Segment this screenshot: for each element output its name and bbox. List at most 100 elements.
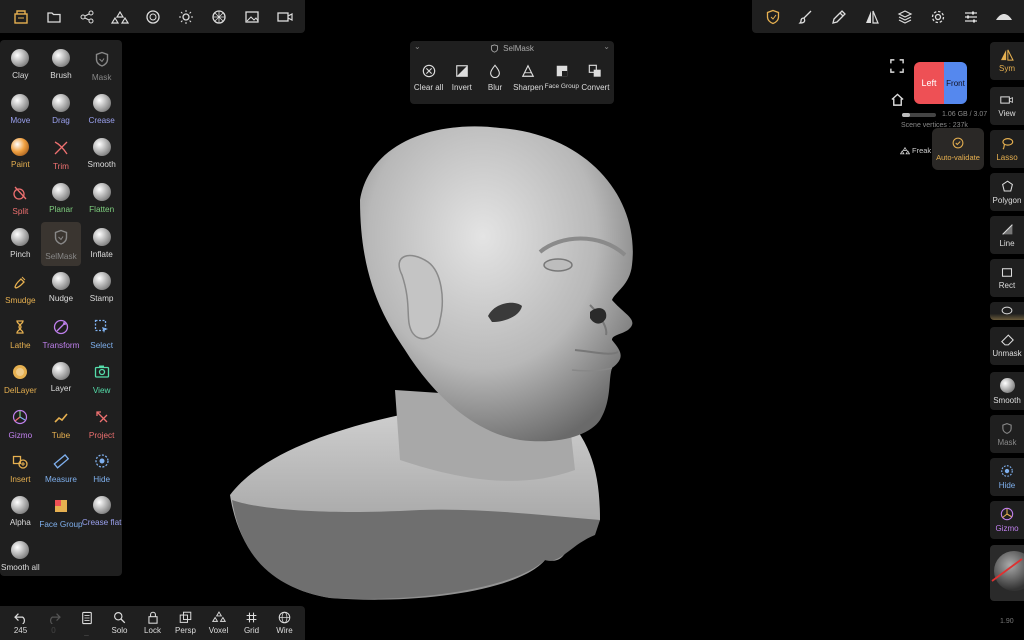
polygon-button[interactable]: Polygon [990, 173, 1024, 211]
sym-button[interactable]: Sym [990, 42, 1024, 80]
shield-icon[interactable] [759, 3, 787, 31]
redo-button[interactable]: 0 [39, 612, 69, 635]
camera-icon[interactable] [271, 3, 299, 31]
view-cube[interactable]: Left Front [914, 62, 967, 104]
pipette-icon[interactable] [825, 3, 853, 31]
matcap-preview[interactable] [990, 545, 1024, 601]
mesh-info-button[interactable]: _ [72, 611, 102, 636]
viewport[interactable] [122, 34, 990, 606]
tool-inflate[interactable]: Inflate [82, 222, 122, 267]
sun-icon[interactable] [172, 3, 200, 31]
sphere-icon [11, 93, 30, 112]
sharpen-button[interactable]: Sharpen [512, 64, 545, 92]
brush-icon[interactable] [792, 3, 820, 31]
tool-paint[interactable]: Paint [0, 132, 40, 177]
tool-view[interactable]: View [82, 356, 122, 401]
hide-button[interactable]: Hide [990, 458, 1024, 496]
home-icon[interactable] [890, 93, 905, 107]
view-button[interactable]: View [990, 87, 1024, 125]
selmask-header[interactable]: ⌄ SelMask ⌄ [410, 41, 614, 55]
invert-icon [455, 65, 468, 77]
tool-nudge[interactable]: Nudge [41, 266, 81, 311]
gizmo-button[interactable]: Gizmo [990, 501, 1024, 539]
clear-all-button[interactable]: Clear all [412, 64, 445, 92]
tool-facegroup[interactable]: Face Group [39, 490, 83, 535]
tool-drag[interactable]: Drag [41, 88, 81, 133]
chevron-down-icon[interactable]: ⌄ [414, 42, 421, 51]
solo-button[interactable]: Solo [105, 611, 135, 635]
tool-creaseflat[interactable]: Crease flat [82, 490, 122, 535]
tool-smooth[interactable]: Smooth [82, 132, 122, 177]
tool-selmask[interactable]: SelMask [40, 221, 81, 267]
tool-pinch[interactable]: Pinch [0, 222, 40, 267]
lock-icon [147, 611, 158, 624]
folder-icon[interactable] [40, 3, 68, 31]
symmetry-icon[interactable] [858, 3, 886, 31]
ellipse-button[interactable] [990, 302, 1024, 320]
convert-button[interactable]: Convert [579, 64, 612, 92]
face-group-button[interactable]: Face Group [545, 64, 579, 92]
undo-button[interactable]: 245 [6, 612, 36, 635]
tool-planar[interactable]: Planar [41, 177, 81, 222]
lock-button[interactable]: Lock [138, 611, 168, 635]
sculpt-head-mesh [230, 126, 633, 600]
object-item[interactable]: Freak [900, 146, 931, 155]
fullscreen-icon[interactable] [890, 59, 904, 73]
tool-smoothall[interactable]: Smooth all [0, 535, 40, 580]
grid-button[interactable]: Grid [237, 611, 267, 635]
tool-select[interactable]: Select [82, 311, 122, 356]
tool-trim[interactable]: Trim [41, 132, 81, 177]
lasso-button[interactable]: Lasso [990, 130, 1024, 168]
image-icon[interactable] [238, 3, 266, 31]
chevron-down-icon[interactable]: ⌄ [603, 42, 610, 51]
invert-button[interactable]: Invert [445, 64, 478, 92]
tool-project[interactable]: Project [82, 401, 122, 446]
persp-button[interactable]: Persp [171, 611, 201, 635]
tool-split[interactable]: Split [0, 177, 40, 222]
topology-icon[interactable] [990, 3, 1018, 31]
wheel-icon[interactable] [205, 3, 233, 31]
hierarchy-icon[interactable] [106, 3, 134, 31]
share-icon[interactable] [73, 3, 101, 31]
voxel-button[interactable]: Voxel [204, 611, 234, 635]
tool-dellayer[interactable]: DelLayer [0, 356, 40, 401]
view-cube-front[interactable]: Front [944, 62, 967, 104]
rect-button[interactable]: Rect [990, 259, 1024, 297]
tool-clay[interactable]: Clay [0, 43, 40, 88]
lasso-icon [1002, 137, 1014, 150]
tool-layer[interactable]: Layer [41, 356, 81, 401]
tool-crease[interactable]: Crease [82, 88, 122, 133]
wire-button[interactable]: Wire [270, 611, 300, 635]
tool-label: Smooth all [0, 562, 40, 572]
material-icon[interactable] [139, 3, 167, 31]
smooth-mask-button[interactable]: Smooth [990, 372, 1024, 410]
tool-smudge[interactable]: Smudge [0, 266, 40, 311]
tool-label: Smudge [5, 296, 36, 306]
clear-icon [422, 64, 435, 78]
tool-gizmo[interactable]: Gizmo [0, 401, 40, 446]
sharpen-icon [522, 64, 535, 77]
sphere-icon [999, 377, 1015, 393]
tool-lathe[interactable]: Lathe [0, 311, 40, 356]
layers-icon[interactable] [891, 3, 919, 31]
gear-icon[interactable] [924, 3, 952, 31]
tool-tube[interactable]: Tube [41, 401, 81, 446]
tool-hide[interactable]: Hide [82, 445, 122, 490]
files-icon[interactable] [7, 3, 35, 31]
tool-insert[interactable]: Insert [0, 445, 40, 490]
mask-button[interactable]: Mask [990, 415, 1024, 453]
tool-alpha[interactable]: Alpha [0, 490, 40, 535]
auto-validate-tooltip[interactable]: Auto-validate [932, 128, 984, 170]
tool-brush[interactable]: Brush [41, 43, 81, 88]
tool-measure[interactable]: Measure [41, 445, 81, 490]
tool-transform[interactable]: Transform [41, 311, 81, 356]
tool-stamp[interactable]: Stamp [82, 266, 122, 311]
sliders-icon[interactable] [957, 3, 985, 31]
view-cube-left[interactable]: Left [914, 62, 944, 104]
unmask-button[interactable]: Unmask [990, 327, 1024, 365]
tool-mask[interactable]: Mask [82, 43, 122, 88]
blur-button[interactable]: Blur [478, 64, 511, 92]
line-button[interactable]: Line [990, 216, 1024, 254]
tool-flatten[interactable]: Flatten [82, 177, 122, 222]
tool-move[interactable]: Move [0, 88, 40, 133]
